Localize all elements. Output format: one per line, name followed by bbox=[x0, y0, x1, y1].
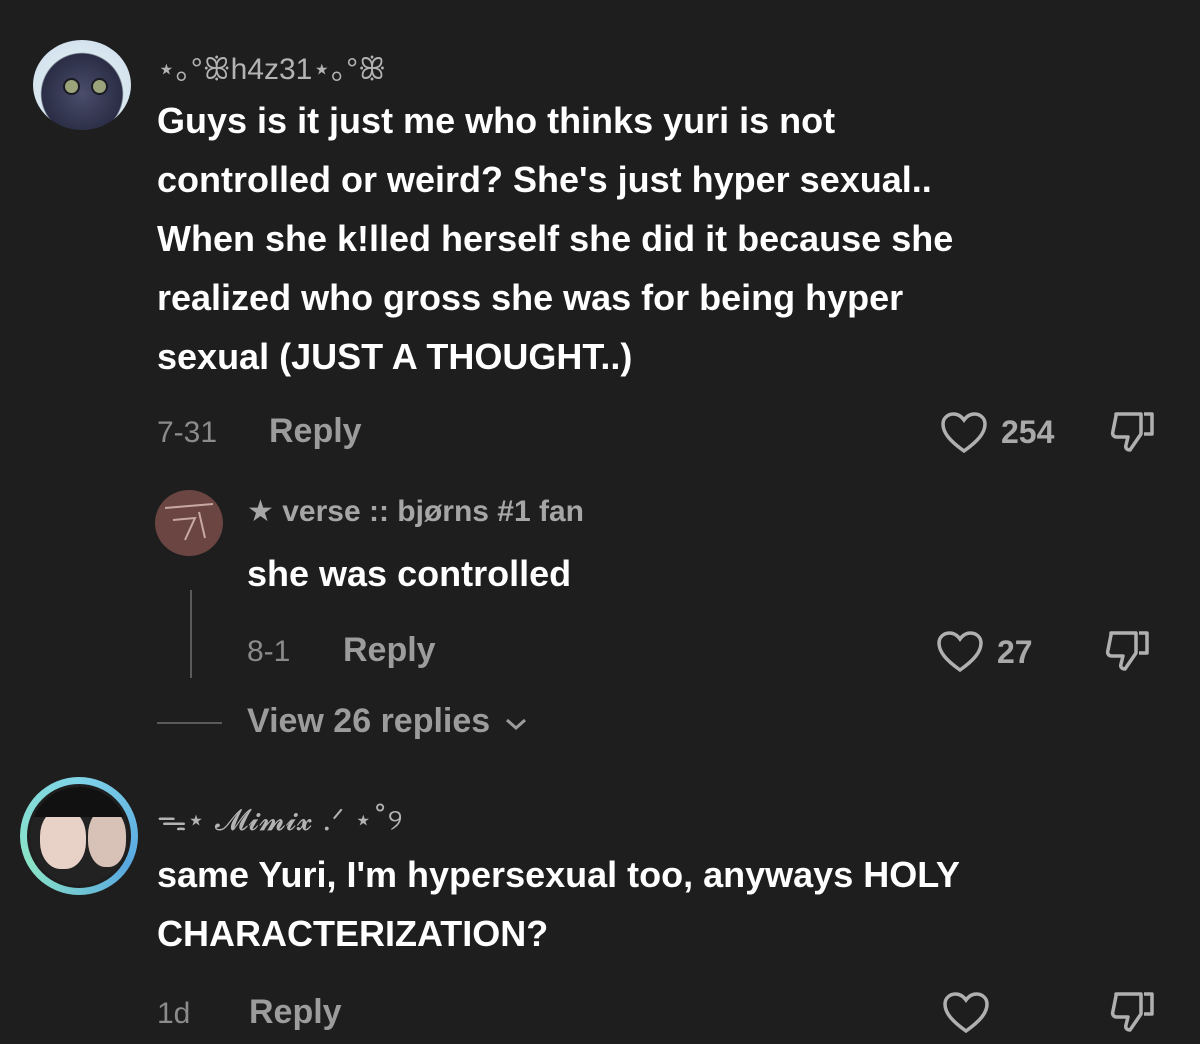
reply-button[interactable]: Reply bbox=[343, 631, 436, 670]
view-replies-label: View 26 replies bbox=[247, 702, 491, 740]
dislike-icon[interactable] bbox=[1103, 629, 1151, 675]
heart-icon[interactable] bbox=[940, 411, 988, 455]
view-replies-divider bbox=[157, 722, 222, 724]
comment-line: When she k!lled herself she did it becau… bbox=[157, 218, 954, 259]
comment-text: Guys is it just me who thinks yuri is no… bbox=[157, 91, 953, 386]
avatar[interactable] bbox=[155, 490, 223, 556]
avatar[interactable] bbox=[33, 40, 131, 130]
heart-icon[interactable] bbox=[942, 991, 990, 1035]
comment-text: same Yuri, I'm hypersexual too, anyways … bbox=[157, 845, 960, 963]
avatar-sketch bbox=[164, 503, 214, 541]
avatar-hair bbox=[30, 787, 128, 817]
chevron-down-icon bbox=[505, 718, 526, 731]
comment-date: 8-1 bbox=[247, 635, 291, 668]
comment-date: 1d bbox=[157, 997, 191, 1030]
comment-line: CHARACTERIZATION? bbox=[157, 913, 549, 954]
dislike-icon[interactable] bbox=[1108, 410, 1156, 456]
comment-line: sexual (JUST A THOUGHT..) bbox=[157, 336, 633, 377]
username[interactable]: ★ verse :: bjørns #1 fan bbox=[247, 494, 584, 529]
dislike-icon[interactable] bbox=[1108, 990, 1156, 1036]
avatar-face bbox=[40, 809, 86, 869]
comment-line: same Yuri, I'm hypersexual too, anyways … bbox=[157, 854, 960, 895]
comment-line: realized who gross she was for being hyp… bbox=[157, 277, 904, 318]
comment-line: controlled or weird? She's just hyper se… bbox=[157, 159, 932, 200]
comment-text: she was controlled bbox=[247, 553, 572, 594]
view-replies-button[interactable]: View 26 replies bbox=[247, 702, 528, 741]
heart-icon[interactable] bbox=[936, 630, 984, 674]
avatar-face bbox=[88, 809, 126, 867]
avatar-eye bbox=[91, 78, 108, 95]
thread-line bbox=[190, 590, 192, 678]
like-count: 254 bbox=[1001, 414, 1055, 450]
like-count: 27 bbox=[997, 634, 1033, 670]
username[interactable]: ᯓ⋆ 𝓜𝓲𝓶𝓲𝔁 .ᐟ ⋆˚୨ bbox=[157, 798, 403, 839]
comment-line: Guys is it just me who thinks yuri is no… bbox=[157, 100, 836, 141]
username[interactable]: ⋆｡°ꕥh4z31⋆｡°ꕥ bbox=[157, 44, 386, 88]
comment-date: 7-31 bbox=[157, 416, 218, 449]
avatar-eye bbox=[63, 78, 80, 95]
avatar[interactable] bbox=[27, 784, 131, 888]
reply-button[interactable]: Reply bbox=[249, 993, 342, 1032]
reply-button[interactable]: Reply bbox=[269, 412, 362, 451]
